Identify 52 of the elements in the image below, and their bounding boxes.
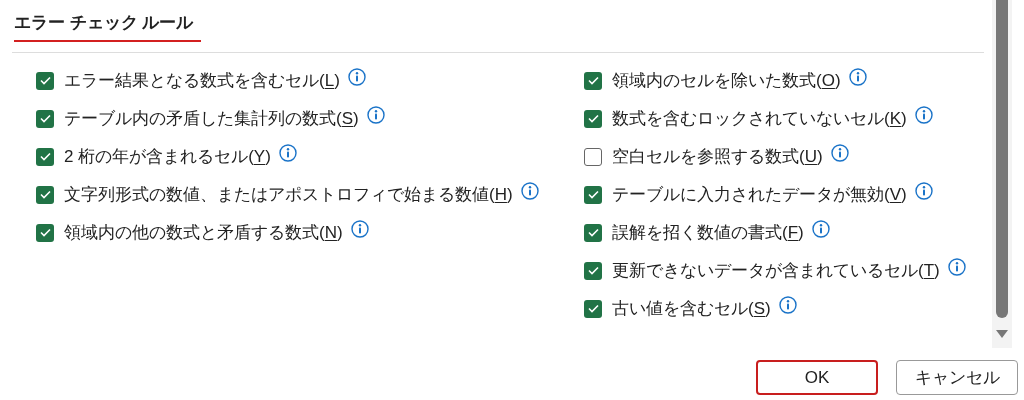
dialog-button[interactable]: OK xyxy=(756,360,878,395)
checkmark-icon xyxy=(39,76,51,85)
checkbox-label: 古い値を含むセル(S) xyxy=(612,297,771,320)
info-icon[interactable] xyxy=(520,181,539,200)
info-icon[interactable] xyxy=(778,295,797,314)
checkmark-icon xyxy=(587,114,599,123)
checkbox[interactable] xyxy=(584,223,602,242)
checkmark-icon xyxy=(39,190,51,199)
checkbox[interactable] xyxy=(584,185,602,204)
info-icon[interactable] xyxy=(350,219,369,238)
info-icon[interactable] xyxy=(914,105,933,124)
checkmark-icon xyxy=(587,228,599,237)
checkbox-label: 更新できないデータが含まれているセル(T) xyxy=(612,259,940,282)
info-icon[interactable] xyxy=(947,257,966,276)
info-icon[interactable] xyxy=(811,219,830,238)
dialog-button[interactable]: キャンセル xyxy=(896,360,1018,395)
checkbox-label: 数式を含むロックされていないセル(K) xyxy=(612,107,907,130)
checkbox-label: 空白セルを参照する数式(U) xyxy=(612,145,823,168)
section-title: エラー チェック ルール xyxy=(14,10,202,42)
scroll-down-icon[interactable] xyxy=(996,330,1008,338)
checkbox-label: 領域内のセルを除いた数式(O) xyxy=(612,69,841,92)
checkmark-icon xyxy=(39,152,51,161)
checkbox[interactable] xyxy=(584,261,602,280)
checkbox[interactable] xyxy=(584,71,602,90)
checkbox[interactable] xyxy=(36,71,54,90)
info-icon[interactable] xyxy=(848,67,867,86)
checkbox-label: テーブル内の矛盾した集計列の数式(S) xyxy=(64,107,359,130)
checkbox[interactable] xyxy=(36,185,54,204)
checkbox-label: 文字列形式の数値、またはアポストロフィで始まる数値(H) xyxy=(64,183,513,206)
checkmark-icon xyxy=(587,76,599,85)
checkmark-icon xyxy=(39,228,51,237)
info-icon[interactable] xyxy=(830,143,849,162)
checkbox-label: 誤解を招く数値の書式(F) xyxy=(612,221,804,244)
checkbox[interactable] xyxy=(36,223,54,242)
checkmark-icon xyxy=(587,190,599,199)
checkmark-icon xyxy=(39,114,51,123)
checkbox[interactable] xyxy=(36,147,54,166)
checkmark-icon xyxy=(587,266,599,275)
checkbox-label: テーブルに入力されたデータが無効(V) xyxy=(612,183,907,206)
info-icon[interactable] xyxy=(278,143,297,162)
checkbox-label: エラー結果となる数式を含むセル(L) xyxy=(64,69,340,92)
checkbox[interactable] xyxy=(584,147,602,166)
info-icon[interactable] xyxy=(914,181,933,200)
checkbox[interactable] xyxy=(584,299,602,318)
checkbox[interactable] xyxy=(36,109,54,128)
info-icon[interactable] xyxy=(366,105,385,124)
scrollbar[interactable] xyxy=(992,0,1012,348)
checkbox-label: 領域内の他の数式と矛盾する数式(N) xyxy=(64,221,343,244)
info-icon[interactable] xyxy=(347,67,366,86)
checkmark-icon xyxy=(587,304,599,313)
checkbox-label: 2 桁の年が含まれるセル(Y) xyxy=(64,145,271,168)
checkbox[interactable] xyxy=(584,109,602,128)
